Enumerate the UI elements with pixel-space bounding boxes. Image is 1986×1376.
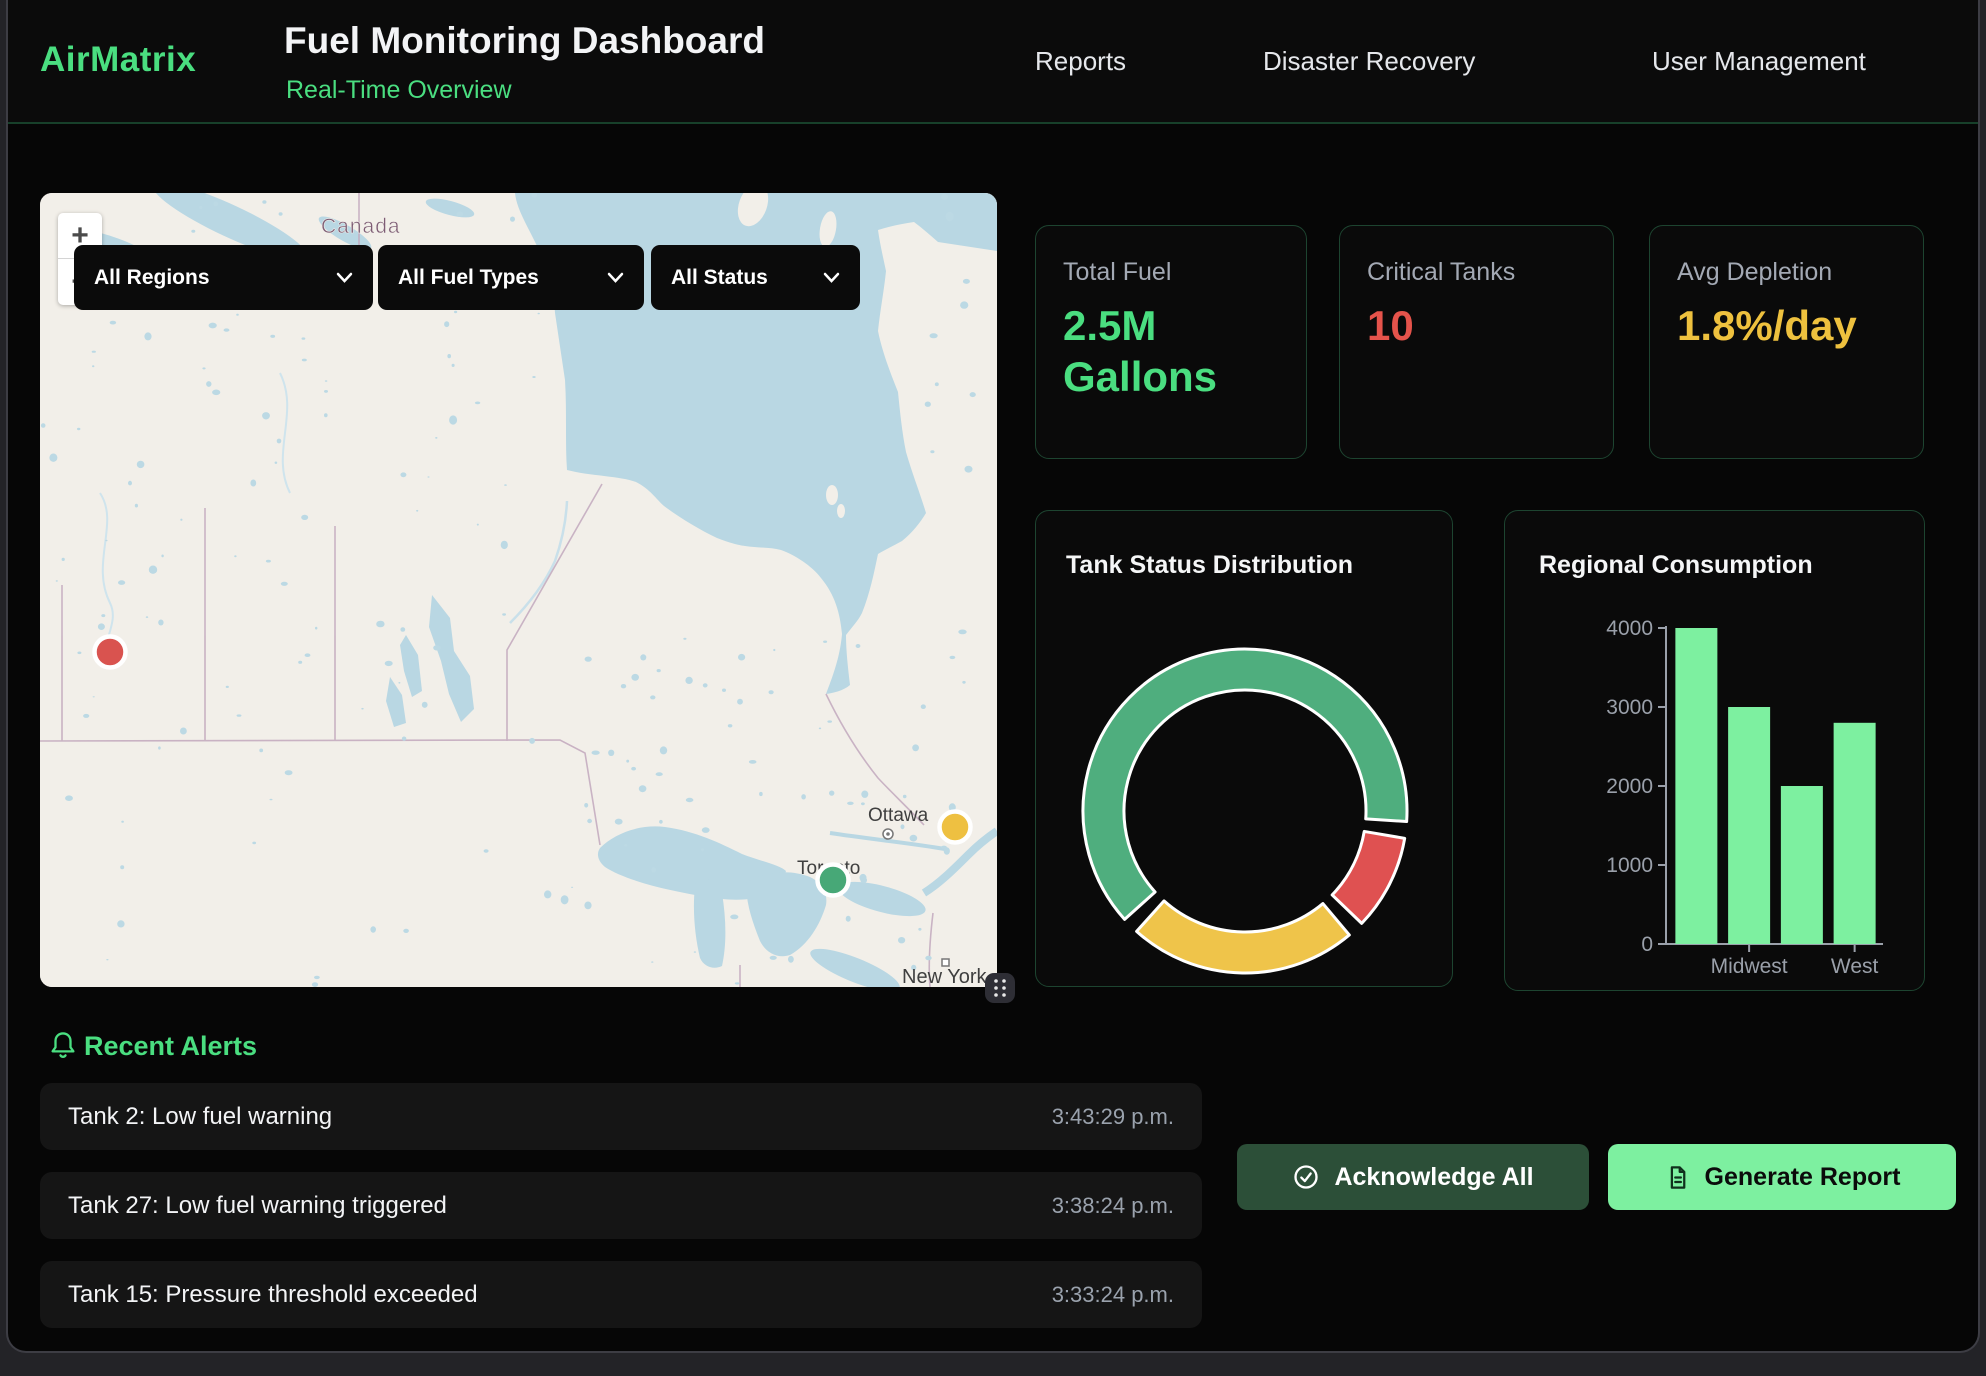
map-label-ottawa: Ottawa [868,805,929,826]
stat-value-critical-tanks: 10 [1367,300,1577,351]
tank-marker-normal[interactable] [818,865,849,896]
alert-row: Tank 15: Pressure threshold exceeded 3:3… [40,1261,1202,1328]
filter-fuel-types-select[interactable]: All Fuel Types [378,245,644,310]
nav-reports[interactable]: Reports [1035,46,1126,77]
alert-time: 3:38:24 p.m. [1052,1193,1174,1219]
chevron-down-icon [336,272,353,283]
stat-value-avg-depletion: 1.8%/day [1677,300,1887,351]
filter-status-value: All Status [671,266,768,290]
generate-report-button[interactable]: Generate Report [1608,1144,1956,1210]
filter-status-select[interactable]: All Status [651,245,860,310]
donut-segment-warning[interactable] [1137,901,1350,973]
regional-consumption-bar-chart: 0 1000 2000 3000 4000 Midwest West [1505,511,1926,992]
stat-label: Avg Depletion [1677,258,1832,287]
recent-alerts-heading: Recent Alerts [84,1031,257,1062]
chevron-down-icon [823,272,840,283]
bar[interactable] [1675,628,1717,944]
document-icon [1664,1164,1691,1191]
x-tick-label: Midwest [1711,955,1788,978]
nav-user-management[interactable]: User Management [1652,46,1866,77]
tank-status-card: Tank Status Distribution [1035,510,1453,987]
page-title: Fuel Monitoring Dashboard [284,20,765,62]
app-panel: AirMatrix Fuel Monitoring Dashboard Real… [6,0,1980,1353]
map-town-dot-newyork [942,959,949,966]
map-town-dot-ottawa-center [886,832,890,836]
check-circle-icon [1292,1163,1320,1191]
tank-marker-warning[interactable] [940,812,971,843]
regional-consumption-card: Regional Consumption 01000200030004000Mi… [1504,510,1925,991]
y-tick-label: 0 [1641,933,1653,956]
alert-text: Tank 27: Low fuel warning triggered [68,1192,447,1220]
x-tick-label: West [1831,955,1879,978]
y-tick-label: 4000 [1606,617,1653,640]
stat-card-critical-tanks: Critical Tanks 10 [1339,225,1614,459]
tank-marker-critical[interactable] [95,637,126,668]
tank-status-donut-chart [1036,511,1454,988]
alert-row: Tank 27: Low fuel warning triggered 3:38… [40,1172,1202,1239]
acknowledge-all-button[interactable]: Acknowledge All [1237,1144,1589,1210]
map-canvas: Canada Ottawa Toronto New York [40,193,997,987]
grip-dots [985,973,1015,1003]
filter-fuel-types-value: All Fuel Types [398,266,539,290]
alert-time: 3:43:29 p.m. [1052,1104,1174,1130]
generate-report-label: Generate Report [1705,1163,1901,1192]
bell-icon [48,1029,78,1061]
map-island [826,485,838,505]
alert-time: 3:33:24 p.m. [1052,1282,1174,1308]
stat-label: Critical Tanks [1367,258,1515,287]
map-label-country: Canada [321,215,401,238]
filter-regions-value: All Regions [94,266,210,290]
acknowledge-all-label: Acknowledge All [1334,1163,1533,1192]
fuel-map[interactable]: Canada Ottawa Toronto New York + − All R… [40,193,997,987]
bar[interactable] [1834,723,1876,944]
bar[interactable] [1728,707,1770,944]
page-subtitle: Real-Time Overview [286,76,512,105]
stat-card-total-fuel: Total Fuel 2.5M Gallons [1035,225,1307,459]
map-label-newyork: New York [902,966,987,987]
y-tick-label: 1000 [1606,854,1653,877]
nav-disaster-recovery[interactable]: Disaster Recovery [1263,46,1475,77]
alert-text: Tank 15: Pressure threshold exceeded [68,1281,478,1309]
chevron-down-icon [607,272,624,283]
donut-segment-critical[interactable] [1332,831,1405,923]
stat-value-total-fuel: 2.5M Gallons [1063,300,1273,402]
brand-logo: AirMatrix [40,40,196,80]
alert-text: Tank 2: Low fuel warning [68,1103,332,1131]
bar[interactable] [1781,786,1823,944]
filter-regions-select[interactable]: All Regions [74,245,373,310]
stat-card-avg-depletion: Avg Depletion 1.8%/day [1649,225,1924,459]
header: AirMatrix Fuel Monitoring Dashboard Real… [8,0,1978,124]
alert-row: Tank 2: Low fuel warning 3:43:29 p.m. [40,1083,1202,1150]
map-island [837,504,845,518]
stat-label: Total Fuel [1063,258,1171,287]
y-tick-label: 3000 [1606,696,1653,719]
resize-grip-icon[interactable] [985,973,1015,1003]
y-tick-label: 2000 [1606,775,1653,798]
